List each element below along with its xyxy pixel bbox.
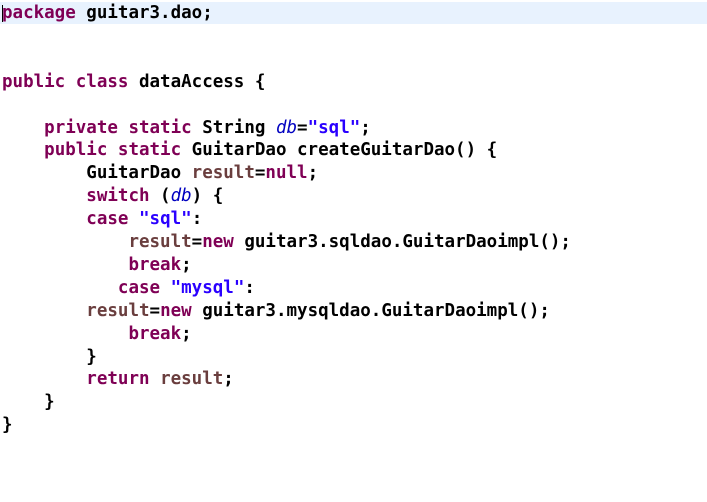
code-line[interactable] [0, 94, 707, 116]
code-line[interactable]: return result; [0, 368, 707, 390]
keyword-token: public class [2, 71, 129, 92]
code-line[interactable]: case "mysql": [0, 277, 707, 299]
keyword-token: case [86, 209, 129, 230]
plain-token: ; [181, 254, 192, 275]
field-token: db [170, 186, 192, 207]
plain-token: String [191, 117, 276, 138]
plain-token: } [2, 346, 97, 367]
keyword-token: break [128, 323, 182, 344]
code-line[interactable]: package guitar3.dao; [0, 2, 707, 24]
keyword-token: switch [86, 186, 150, 207]
keyword-token: null [265, 163, 308, 184]
plain-token: ) { [191, 186, 224, 207]
keyword-token: package [2, 3, 76, 23]
plain-token: : [244, 277, 255, 298]
plain-token: guitar3.sqldao.GuitarDaoimpl(); [233, 232, 571, 252]
plain-token: dataAccess { [128, 71, 266, 92]
code-line[interactable]: break; [0, 254, 707, 276]
plain-token: GuitarDao [2, 163, 192, 184]
plain-token: ; [360, 117, 371, 138]
local-token: result [191, 163, 255, 184]
local-token: result [86, 300, 150, 321]
plain-token: = [191, 232, 203, 252]
local-token: result [128, 232, 192, 252]
field-token: db [275, 117, 298, 138]
plain-token: : [191, 209, 203, 230]
code-line[interactable]: public static GuitarDao createGuitarDao(… [0, 139, 707, 161]
plain-token: GuitarDao createGuitarDao() { [181, 140, 498, 161]
code-line[interactable]: case "sql": [0, 208, 707, 230]
string-token: "mysql" [170, 277, 245, 298]
plain-token: = [254, 163, 266, 184]
code-line[interactable]: } [0, 391, 707, 413]
keyword-token: new [202, 232, 234, 252]
text-caret [2, 5, 3, 22]
plain-token: } [2, 392, 55, 413]
code-line[interactable]: private static String db="sql"; [0, 117, 707, 139]
code-line[interactable]: GuitarDao result=null; [0, 162, 707, 184]
plain-token: ; [181, 323, 192, 344]
code-line[interactable]: switch (db) { [0, 185, 707, 207]
code-line[interactable]: result=new guitar3.sqldao.GuitarDaoimpl(… [0, 231, 707, 253]
code-line[interactable]: result=new guitar3.mysqldao.GuitarDaoimp… [0, 300, 707, 322]
plain-token: } [2, 415, 13, 436]
code-line[interactable]: break; [0, 323, 707, 345]
local-token: result [160, 369, 224, 390]
keyword-token: case [117, 277, 161, 298]
keyword-token: return [86, 369, 150, 390]
plain-token: guitar3.mysqldao.GuitarDaoimpl(); [191, 300, 550, 321]
plain-token: = [297, 117, 308, 138]
code-editor[interactable]: package guitar3.dao; public class dataAcc… [0, 0, 707, 502]
code-line[interactable]: } [0, 346, 707, 368]
code-line[interactable] [0, 48, 707, 70]
plain-token: = [149, 300, 161, 321]
keyword-token: new [160, 300, 192, 321]
string-token: "sql" [307, 117, 361, 138]
code-line[interactable]: public class dataAccess { [0, 71, 707, 93]
plain-token: ; [223, 369, 234, 390]
plain-token: guitar3.dao; [75, 3, 213, 23]
keyword-token: private static [44, 117, 192, 138]
keyword-token: break [128, 254, 182, 275]
keyword-token: public static [44, 140, 182, 161]
code-line[interactable] [0, 25, 707, 47]
string-token: "sql" [139, 209, 192, 230]
code-line[interactable]: } [0, 414, 707, 436]
plain-token: ( [149, 186, 171, 207]
plain-token: ; [307, 163, 319, 184]
